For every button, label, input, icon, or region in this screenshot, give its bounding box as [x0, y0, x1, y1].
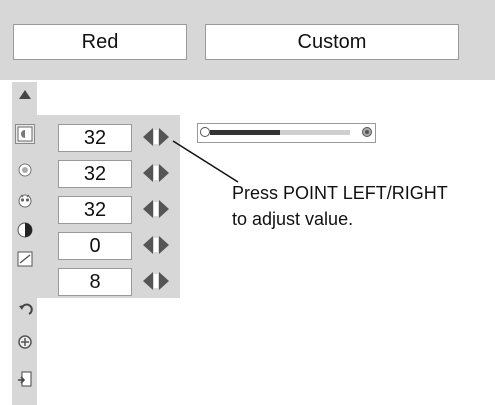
level-slider[interactable] [197, 123, 376, 143]
color-temp-value-field[interactable]: 32 [58, 196, 132, 224]
color-channel-label: Red [81, 30, 119, 53]
sharpness-value-field[interactable]: 8 [58, 268, 132, 296]
contrast-value: 32 [83, 126, 107, 149]
image-mode-field[interactable]: Custom [205, 24, 459, 60]
up-arrow-icon[interactable] [16, 86, 34, 104]
contrast-adjust-arrows[interactable] [139, 125, 173, 149]
sharpness-value: 8 [89, 270, 101, 293]
sharpness-icon[interactable] [16, 250, 34, 268]
tint-adjust-arrows[interactable] [139, 233, 173, 257]
image-mode-label: Custom [297, 30, 367, 53]
store-icon[interactable] [16, 333, 34, 351]
brightness-icon[interactable] [16, 161, 34, 179]
brightness-value: 32 [83, 162, 107, 185]
tint-value: 0 [89, 234, 101, 257]
tint-icon[interactable] [16, 221, 34, 239]
brightness-value-field[interactable]: 32 [58, 160, 132, 188]
color-temp-adjust-arrows[interactable] [139, 197, 173, 221]
slider-fill [210, 130, 280, 135]
contrast-value-field[interactable]: 32 [58, 124, 132, 152]
callout-line-1: Press POINT LEFT/RIGHT [232, 183, 448, 203]
callout-line-2: to adjust value. [232, 209, 354, 229]
quit-icon[interactable] [16, 370, 34, 388]
color-channel-field[interactable]: Red [13, 24, 187, 60]
tint-value-field[interactable]: 0 [58, 232, 132, 260]
sharpness-adjust-arrows[interactable] [139, 269, 173, 293]
contrast-icon[interactable] [15, 124, 35, 144]
color-temp-value: 32 [83, 198, 107, 221]
slider-track[interactable] [210, 130, 350, 135]
reset-icon[interactable] [16, 302, 34, 320]
color-temp-icon[interactable] [16, 191, 34, 209]
callout-instruction: Press POINT LEFT/RIGHT to adjust value. [232, 180, 492, 232]
slider-max-icon [362, 127, 372, 137]
sidebar-icon-strip [12, 82, 37, 405]
brightness-adjust-arrows[interactable] [139, 161, 173, 185]
